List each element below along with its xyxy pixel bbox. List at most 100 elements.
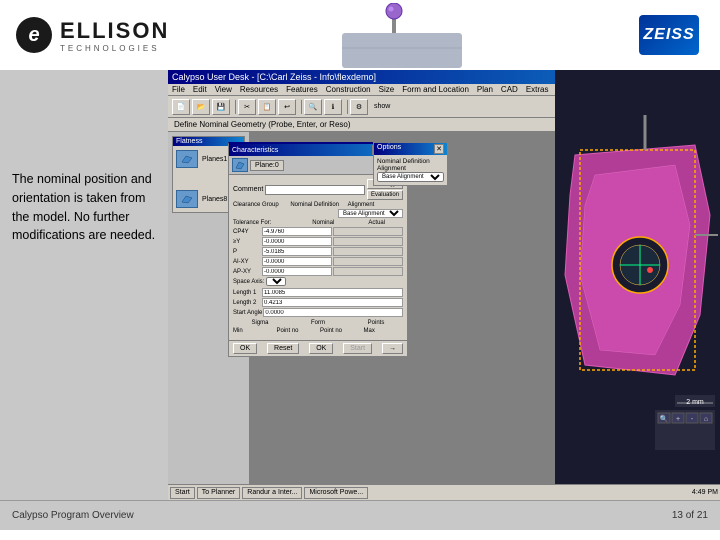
toolbar-btn-2[interactable]: 📂 — [192, 99, 210, 115]
point-no-label: Point no — [277, 328, 317, 334]
dialog-actions: OK Reset OK Start → — [229, 340, 407, 356]
length1-value[interactable] — [262, 288, 403, 297]
ok2-btn[interactable]: OK — [309, 343, 333, 354]
calypso-title: Calypso User Desk - [C:\Carl Zeiss - Inf… — [172, 72, 376, 82]
planes1-icon — [176, 150, 198, 168]
comment-input[interactable] — [265, 185, 365, 195]
length1-label: Length 1 — [233, 290, 261, 296]
planes8-icon — [176, 190, 198, 208]
taskbar-item-3[interactable]: Microsoft Powe... — [304, 487, 368, 499]
probe-image — [322, 3, 482, 68]
probe-svg — [322, 3, 482, 68]
page-label: 13 of 21 — [672, 510, 708, 521]
ellison-name: ELLISON — [60, 18, 169, 44]
toolbar-btn-1[interactable]: 📄 — [172, 99, 190, 115]
options-close[interactable]: ✕ — [434, 144, 444, 154]
ai-xy-label: AI-XY — [233, 259, 261, 265]
program-label: Calypso Program Overview — [12, 510, 134, 521]
menu-edit[interactable]: Edit — [193, 85, 207, 94]
svg-text:+: + — [676, 416, 680, 423]
ok-btn[interactable]: OK — [233, 343, 257, 354]
cp4y-nominal[interactable] — [262, 227, 332, 236]
zeiss-label: ZEISS — [639, 15, 699, 55]
alignment-dropdown[interactable]: Base Alignment — [338, 209, 403, 218]
length2-label: Length 2 — [233, 300, 261, 306]
screenshot-area: Calypso User Desk - [C:\Carl Zeiss - Inf… — [168, 70, 720, 500]
toolbar-btn-8[interactable]: ℹ — [324, 99, 342, 115]
plane-shape-icon — [180, 154, 194, 164]
ai-xy-nominal[interactable] — [262, 257, 332, 266]
options-dialog: Options ✕ Nominal Definition Alignment B… — [373, 142, 448, 186]
toolbar-btn-4[interactable]: ✂ — [238, 99, 256, 115]
start-angle-label: Start Angle — [233, 310, 262, 316]
toolbar-btn-6[interactable]: ↩ — [278, 99, 296, 115]
menu-view[interactable]: View — [215, 85, 232, 94]
planes1-label: Planes1 — [202, 156, 227, 163]
ai-xy-actual — [333, 257, 403, 266]
ap-xy-nominal[interactable] — [262, 267, 332, 276]
form-header: Form — [291, 320, 345, 326]
alignment-header: Alignment — [348, 202, 403, 208]
menu-size[interactable]: Size — [379, 85, 395, 94]
toolbar-btn-3[interactable]: 💾 — [212, 99, 230, 115]
taskbar-item-2[interactable]: Randur a Inter... — [242, 487, 302, 499]
menu-file[interactable]: File — [172, 85, 185, 94]
length2-value[interactable] — [262, 298, 403, 307]
comment-label: Comment — [233, 186, 263, 193]
svg-text:⌂: ⌂ — [704, 416, 708, 423]
menu-plan[interactable]: Plan — [477, 85, 493, 94]
menu-cad[interactable]: CAD — [501, 85, 518, 94]
cy-nominal[interactable] — [262, 237, 332, 246]
options-title: Options — [377, 144, 401, 154]
zeiss-logo: ZEISS — [634, 15, 704, 55]
cp4y-actual — [333, 227, 403, 236]
taskbar-start[interactable]: Start — [170, 487, 195, 499]
menu-resources[interactable]: Resources — [240, 85, 278, 94]
svg-text:2 mm: 2 mm — [686, 399, 704, 406]
bottom-bar: Calypso Program Overview 13 of 21 — [0, 500, 720, 530]
ap-xy-actual — [333, 267, 403, 276]
start-angle-row: Start Angle — [233, 308, 403, 317]
tolerance-col-header: Tolerance For: — [233, 220, 296, 226]
clearance-header: Clearance Group — [233, 202, 288, 208]
viz-area: 2 mm 🔍 + - ⌂ — [555, 70, 720, 500]
toolbar-btn-5[interactable]: 📋 — [258, 99, 276, 115]
start-angle-value[interactable] — [263, 308, 403, 317]
plane-tab[interactable]: Plane:0 — [250, 160, 284, 171]
main-content: The nominal position and orientation is … — [0, 70, 720, 500]
dialog-content: Comment Strategy Evaluation Clearance Gr… — [229, 175, 407, 340]
toolbar-btn-9[interactable]: ⚙ — [350, 99, 368, 115]
space-axis-dropdown[interactable]: Z — [266, 277, 286, 286]
options-dropdown[interactable]: Base Alignment — [377, 172, 444, 182]
actual-col-header: Actual — [351, 220, 404, 226]
max-label: Max — [364, 328, 404, 334]
svg-text:🔍: 🔍 — [660, 414, 669, 423]
cp-nominal[interactable] — [262, 247, 332, 256]
sigma-header: Sigma — [233, 320, 287, 326]
menu-features[interactable]: Features — [286, 85, 318, 94]
evaluation-btn[interactable]: Evaluation — [367, 190, 403, 200]
length2-row: Length 2 — [233, 298, 403, 307]
ellison-e-icon: e — [16, 17, 52, 53]
options-titlebar: Options ✕ — [374, 143, 447, 155]
menu-extras[interactable]: Extras — [526, 85, 549, 94]
taskbar-item-1[interactable]: To Planner — [197, 487, 240, 499]
length1-row: Length 1 — [233, 288, 403, 297]
cp4y-label: CP4Y — [233, 229, 261, 235]
ap-xy-label: AP-XY — [233, 269, 261, 275]
dialog-title: Characteristics — [232, 147, 278, 154]
ai-xy-row: AI-XY — [233, 257, 403, 266]
space-axis-label: Space Axis: — [233, 279, 264, 285]
points-header: Points — [349, 320, 403, 326]
calypso-window: Calypso User Desk - [C:\Carl Zeiss - Inf… — [168, 70, 720, 500]
menu-form[interactable]: Form and Location — [402, 85, 469, 94]
start-btn[interactable]: Start — [343, 343, 372, 354]
dialog-feature-icon — [232, 158, 248, 172]
toolbar-btn-7[interactable]: 🔍 — [304, 99, 322, 115]
space-axis-row: Space Axis: Z — [233, 277, 403, 286]
plane-shape2-icon — [180, 194, 194, 204]
left-panel: The nominal position and orientation is … — [0, 70, 168, 500]
menu-construction[interactable]: Construction — [326, 85, 371, 94]
reset-btn[interactable]: Reset — [267, 343, 299, 354]
arrow-btn[interactable]: → — [382, 343, 403, 354]
